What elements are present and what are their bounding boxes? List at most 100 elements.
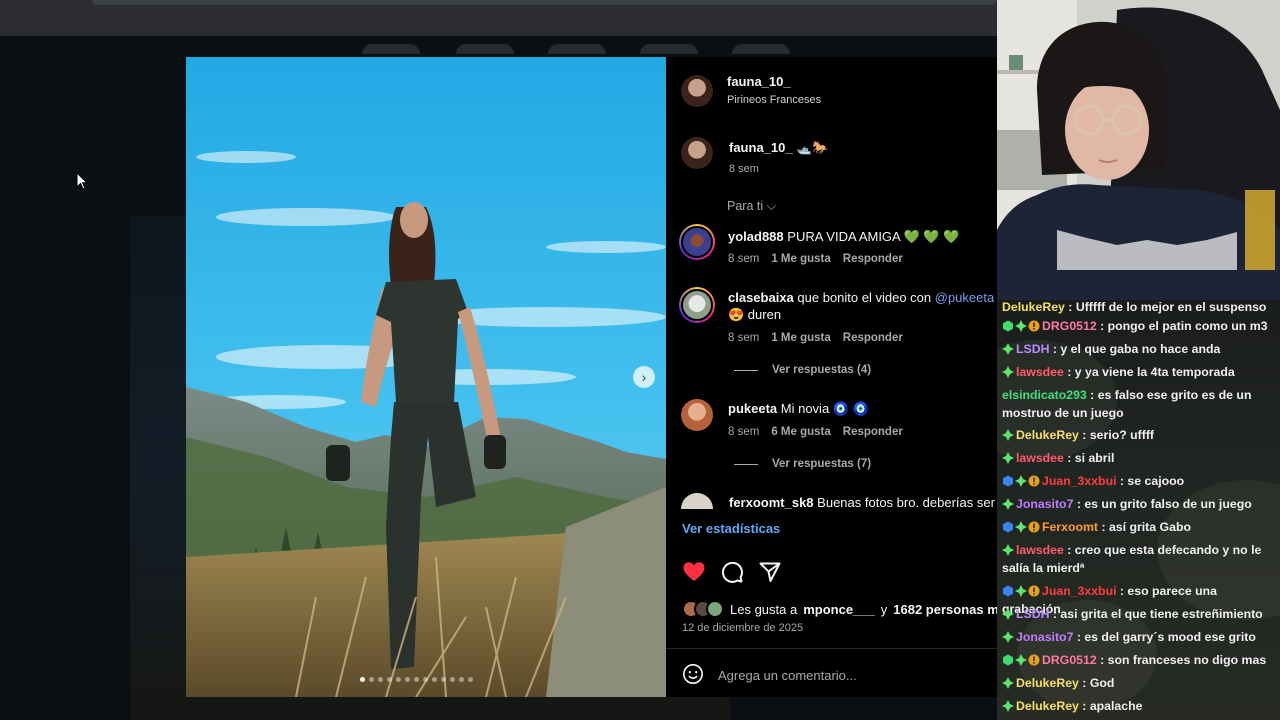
comment-username[interactable]: pukeeta — [728, 401, 777, 416]
gold-badge-icon[interactable] — [1028, 653, 1040, 666]
chat-username[interactable]: Ferxoomt — [1042, 520, 1098, 534]
chat-username[interactable]: elsindicato293 — [1002, 388, 1087, 402]
likes-rest[interactable]: 1682 personas más — [893, 602, 997, 617]
emoji-icon[interactable] — [682, 663, 704, 688]
chat-username[interactable]: Jonasito7 — [1016, 630, 1073, 644]
chat-badges[interactable] — [1002, 342, 1014, 355]
view-replies-button[interactable]: Ver respuestas (4) — [734, 364, 871, 376]
green4-badge-icon[interactable] — [1015, 584, 1027, 597]
comment-avatar[interactable] — [681, 493, 713, 509]
green4-badge-icon[interactable] — [1002, 342, 1014, 355]
chat-username[interactable]: Juan_3xxbui — [1042, 584, 1117, 598]
chat-username[interactable]: DelukeRey — [1016, 676, 1079, 690]
author-avatar[interactable] — [681, 75, 713, 107]
chat-username[interactable]: lawsdee — [1016, 543, 1064, 557]
green4-badge-icon[interactable] — [1002, 699, 1014, 712]
chat-badges[interactable] — [1002, 428, 1014, 441]
green-badge-icon[interactable] — [1002, 653, 1014, 666]
chat-badges[interactable] — [1002, 520, 1040, 533]
caption-avatar[interactable] — [681, 137, 713, 169]
comment-username[interactable]: yolad888 — [728, 229, 784, 244]
chat-badges[interactable] — [1002, 676, 1014, 689]
likes-user[interactable]: mponce___ — [803, 602, 875, 617]
chat-badges[interactable] — [1002, 543, 1014, 556]
chat-username[interactable]: Juan_3xxbui — [1042, 474, 1117, 488]
story-ring[interactable] — [456, 44, 514, 54]
comment-icon[interactable] — [720, 560, 744, 584]
comment-username[interactable]: clasebaixa — [728, 290, 794, 305]
chat-badges[interactable] — [1002, 630, 1014, 643]
comment-mention[interactable]: @pukeeta — [935, 290, 994, 305]
chat-username[interactable]: DelukeRey — [1016, 428, 1079, 442]
chat-message: DRG0512 : pongo el patin como un m3 — [1002, 317, 1278, 335]
share-icon[interactable] — [758, 560, 782, 584]
story-ring[interactable] — [640, 44, 698, 54]
chat-username[interactable]: DelukeRey — [1002, 300, 1065, 314]
gold-badge-icon[interactable] — [1028, 474, 1040, 487]
comment-likes[interactable]: 1 Me gusta — [771, 253, 830, 265]
green4-badge-icon[interactable] — [1002, 451, 1014, 464]
green4-badge-icon[interactable] — [1002, 676, 1014, 689]
add-comment-field[interactable]: Agrega un comentario... — [682, 663, 857, 688]
author-username[interactable]: fauna_10_ — [727, 74, 791, 89]
comment-likes[interactable]: 6 Me gusta — [771, 426, 830, 438]
green4-badge-icon[interactable] — [1015, 653, 1027, 666]
chat-username[interactable]: LSDH — [1016, 342, 1049, 356]
caption-username[interactable]: fauna_10_ — [729, 140, 793, 155]
chat-badges[interactable] — [1002, 699, 1014, 712]
story-ring[interactable] — [362, 44, 420, 54]
comment-avatar[interactable] — [681, 399, 713, 431]
view-replies-button[interactable]: Ver respuestas (7) — [734, 458, 871, 470]
comment-likes[interactable]: 1 Me gusta — [771, 332, 830, 344]
gold-badge-icon[interactable] — [1028, 319, 1040, 332]
sort-comments-dropdown[interactable]: Para ti ⌵ — [727, 199, 776, 214]
green-badge-icon[interactable] — [1002, 319, 1014, 332]
likes-summary[interactable]: Les gusta a mponce___ y 1682 personas má… — [682, 600, 997, 618]
reply-button[interactable]: Responder — [843, 332, 903, 344]
green4-badge-icon[interactable] — [1002, 543, 1014, 556]
chat-badges[interactable] — [1002, 607, 1014, 620]
comment-avatar[interactable] — [681, 289, 713, 321]
green4-badge-icon[interactable] — [1015, 520, 1027, 533]
chat-username[interactable]: Jonasito7 — [1016, 497, 1073, 511]
reply-button[interactable]: Responder — [843, 253, 903, 265]
chat-badges[interactable] — [1002, 365, 1014, 378]
comment-username[interactable]: ferxoomt_sk8 — [729, 495, 814, 510]
chat-username[interactable]: DRG0512 — [1042, 653, 1097, 667]
green4-badge-icon[interactable] — [1002, 607, 1014, 620]
view-insights-link[interactable]: Ver estadísticas — [682, 521, 780, 536]
green4-badge-icon[interactable] — [1015, 474, 1027, 487]
green4-badge-icon[interactable] — [1015, 319, 1027, 332]
chat-username[interactable]: DRG0512 — [1042, 319, 1097, 333]
blue-badge-icon[interactable] — [1002, 520, 1014, 533]
chat-username[interactable]: DelukeRey — [1016, 699, 1079, 713]
chat-badges[interactable] — [1002, 451, 1014, 464]
gold-badge-icon[interactable] — [1028, 520, 1040, 533]
story-ring[interactable] — [548, 44, 606, 54]
comment-avatar[interactable] — [681, 226, 713, 258]
green4-badge-icon[interactable] — [1002, 428, 1014, 441]
chat-username[interactable]: LSDH — [1016, 607, 1049, 621]
story-ring[interactable] — [732, 44, 790, 54]
chat-username[interactable]: lawsdee — [1016, 451, 1064, 465]
chat-badges[interactable] — [1002, 653, 1040, 666]
add-comment-placeholder: Agrega un comentario... — [718, 668, 857, 683]
chat-badges[interactable] — [1002, 584, 1040, 597]
chat-username[interactable]: lawsdee — [1016, 365, 1064, 379]
post-photo[interactable] — [186, 57, 666, 697]
comment-avatar-ring[interactable] — [679, 287, 715, 323]
reply-button[interactable]: Responder — [843, 426, 903, 438]
chat-badges[interactable] — [1002, 319, 1040, 332]
green4-badge-icon[interactable] — [1002, 630, 1014, 643]
blue-badge-icon[interactable] — [1002, 584, 1014, 597]
next-photo-button[interactable]: › — [633, 366, 655, 388]
post-location[interactable]: Pirineos Franceses — [727, 94, 821, 106]
chat-badges[interactable] — [1002, 474, 1040, 487]
heart-icon[interactable] — [682, 560, 706, 584]
chat-badges[interactable] — [1002, 497, 1014, 510]
gold-badge-icon[interactable] — [1028, 584, 1040, 597]
blue-badge-icon[interactable] — [1002, 474, 1014, 487]
comment-avatar-ring[interactable] — [679, 224, 715, 260]
green4-badge-icon[interactable] — [1002, 497, 1014, 510]
green4-badge-icon[interactable] — [1002, 365, 1014, 378]
